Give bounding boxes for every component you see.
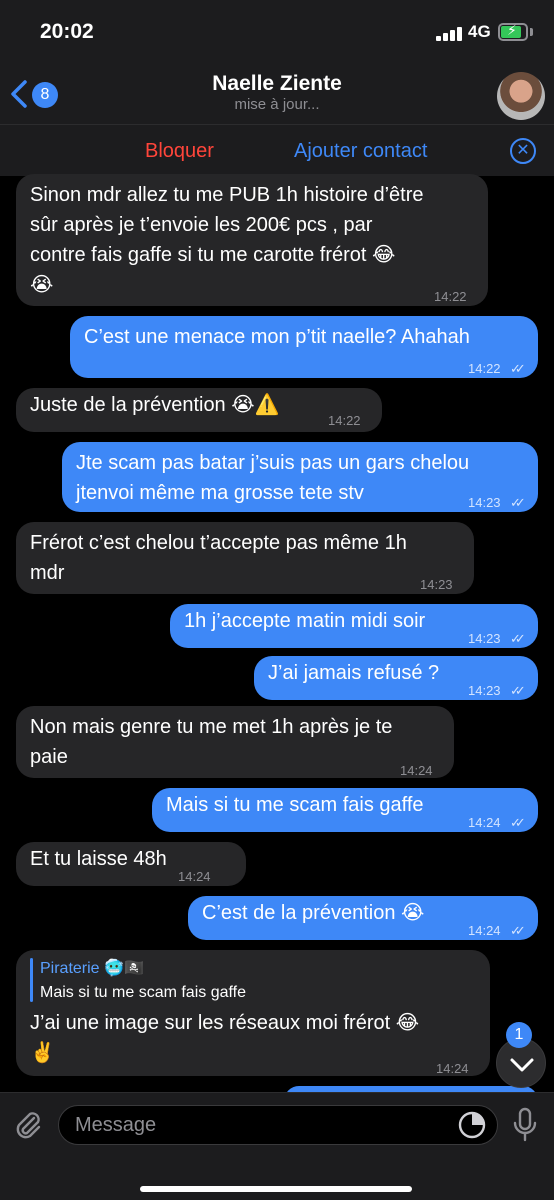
message-time: 14:24: [400, 763, 433, 778]
message-time: 14:24: [178, 869, 211, 884]
reply-quote-bar: [30, 958, 33, 1002]
message-time: 14:23: [468, 495, 501, 510]
contact-status: mise à jour...: [234, 96, 320, 113]
unknown-contact-bar: Bloquer Ajouter contact ✕: [0, 124, 554, 176]
message-time: 14:24: [436, 1061, 469, 1076]
chat-header: 8 Naelle Ziente mise à jour...: [0, 64, 554, 124]
signal-icon: [436, 25, 466, 41]
read-checkmarks-icon: ✓✓: [510, 815, 526, 830]
battery-icon: ⚡: [498, 22, 528, 41]
message-incoming[interactable]: Frérot c’est chelou t’accepte pas même 1…: [16, 522, 474, 594]
message-time: 14:22: [328, 413, 361, 428]
message-time: 14:22: [468, 361, 501, 376]
block-button[interactable]: Bloquer: [145, 140, 214, 163]
message-incoming[interactable]: Non mais genre tu me met 1h après je te …: [16, 706, 454, 778]
message-text: Sinon mdr allez tu me PUB 1h histoire d’…: [30, 184, 424, 296]
message-outgoing[interactable]: C’est une menace mon p’tit naelle? Ahaha…: [70, 316, 538, 378]
close-icon[interactable]: ✕: [510, 138, 536, 164]
message-time: 14:24: [468, 815, 501, 830]
message-text: Jte scam pas batar j’suis pas un gars ch…: [76, 452, 470, 504]
add-contact-button[interactable]: Ajouter contact: [294, 140, 427, 163]
read-checkmarks-icon: ✓✓: [510, 923, 526, 938]
reply-text: Mais si tu me scam fais gaffe: [40, 984, 246, 1001]
home-indicator: [140, 1186, 412, 1192]
message-text: Frérot c’est chelou t’accepte pas même 1…: [30, 532, 407, 584]
message-time: 14:23: [420, 577, 453, 592]
message-outgoing[interactable]: 1h j’accepte matin midi soir 14:23 ✓✓: [170, 604, 538, 648]
message-time: 14:23: [468, 683, 501, 698]
avatar[interactable]: [497, 72, 545, 120]
message-text: J’ai une image sur les réseaux moi fréro…: [30, 1012, 420, 1064]
battery-tip: [530, 28, 533, 36]
message-time: 14:23: [468, 631, 501, 646]
paperclip-icon[interactable]: [12, 1109, 44, 1141]
message-text: C’est une menace mon p’tit naelle? Ahaha…: [84, 326, 470, 348]
message-incoming[interactable]: Et tu laisse 48h 14:24: [16, 842, 246, 886]
contact-name[interactable]: Naelle Ziente: [0, 72, 554, 96]
message-text: Juste de la prévention 😭⚠️: [30, 394, 280, 416]
message-incoming[interactable]: Juste de la prévention 😭⚠️ 14:22: [16, 388, 382, 432]
sticker-icon[interactable]: [458, 1111, 486, 1139]
read-checkmarks-icon: ✓✓: [510, 495, 526, 510]
message-outgoing[interactable]: Jte scam pas batar j’suis pas un gars ch…: [62, 442, 538, 512]
message-incoming[interactable]: Piraterie 🥶🏴‍☠️ Mais si tu me scam fais …: [16, 950, 490, 1076]
message-incoming[interactable]: Sinon mdr allez tu me PUB 1h histoire d’…: [16, 174, 488, 306]
message-text: Non mais genre tu me met 1h après je te …: [30, 716, 393, 768]
microphone-icon[interactable]: [510, 1107, 540, 1143]
status-bar: 20:02 4G ⚡: [0, 0, 554, 64]
composer-bar: [0, 1092, 554, 1200]
message-outgoing[interactable]: J’ai jamais refusé ? 14:23 ✓✓: [254, 656, 538, 700]
unread-count-badge: 1: [506, 1022, 532, 1048]
message-input[interactable]: [58, 1105, 498, 1145]
message-outgoing[interactable]: C’est de la prévention 😭 14:24 ✓✓: [188, 896, 538, 940]
message-time: 14:24: [468, 923, 501, 938]
message-outgoing[interactable]: Mais si tu me scam fais gaffe 14:24 ✓✓: [152, 788, 538, 832]
status-time: 20:02: [40, 20, 94, 43]
read-checkmarks-icon: ✓✓: [510, 361, 526, 376]
read-checkmarks-icon: ✓✓: [510, 631, 526, 646]
message-time: 14:22: [434, 289, 467, 304]
network-type: 4G: [468, 22, 491, 41]
read-checkmarks-icon: ✓✓: [510, 683, 526, 698]
